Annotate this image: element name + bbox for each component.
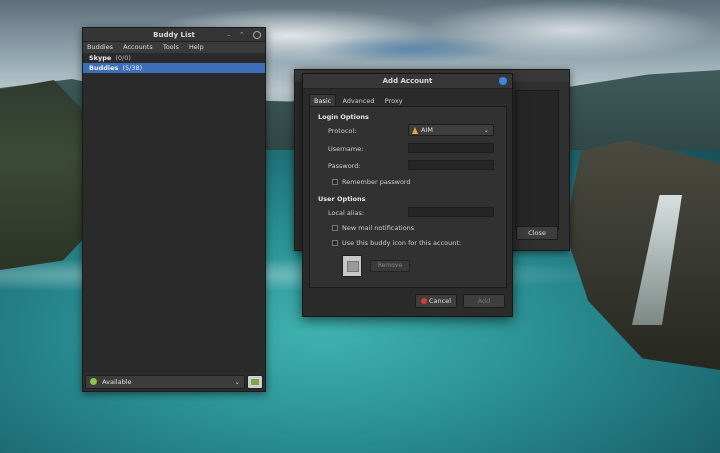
- buddy-icon-preview[interactable]: [342, 255, 362, 277]
- user-options-heading: User Options: [318, 195, 366, 203]
- aim-protocol-icon: [412, 127, 418, 134]
- cancel-label: Cancel: [428, 297, 452, 305]
- cancel-icon: [420, 298, 427, 304]
- info-icon[interactable]: [499, 77, 507, 85]
- buddy-icon-checkbox[interactable]: [332, 240, 338, 246]
- username-field[interactable]: [408, 143, 494, 153]
- group-name: Buddies: [89, 64, 119, 72]
- group-row-skype[interactable]: Skype (0/0): [83, 53, 265, 63]
- menu-tools[interactable]: Tools: [163, 43, 179, 51]
- tab-bar: Basic Advanced Proxy: [309, 94, 407, 106]
- tab-basic[interactable]: Basic: [309, 94, 337, 106]
- group-count: (5/38): [122, 64, 143, 72]
- protocol-select[interactable]: AIM ⌄: [408, 124, 494, 136]
- new-mail-checkbox[interactable]: [332, 225, 338, 231]
- minimize-icon[interactable]: –: [227, 28, 231, 42]
- menu-bar: Buddies Accounts Tools Help: [83, 42, 265, 53]
- group-name: Skype: [89, 54, 112, 62]
- remember-password-label: Remember password: [342, 178, 411, 186]
- dialog-title: Add Account: [382, 77, 433, 85]
- new-mail-label: New mail notifications: [342, 224, 415, 232]
- sky-patch: [310, 35, 510, 63]
- add-account-titlebar[interactable]: Add Account: [303, 74, 512, 89]
- basic-tab-panel: Login Options Protocol: AIM ⌄ Username: …: [309, 106, 507, 288]
- remember-password-checkbox[interactable]: [332, 179, 338, 185]
- cliff-left: [0, 80, 90, 270]
- status-selector[interactable]: Available ⌄: [85, 375, 245, 389]
- buddy-list-titlebar[interactable]: Buddy List – ⌃: [83, 28, 265, 42]
- chevron-down-icon: ⌄: [483, 126, 489, 134]
- login-options-heading: Login Options: [318, 113, 369, 121]
- buddy-tree[interactable]: Skype (0/0) Buddies (5/38): [83, 53, 265, 373]
- password-field[interactable]: [408, 160, 494, 170]
- remove-button[interactable]: Remove: [370, 260, 410, 272]
- buddy-icon-button[interactable]: [247, 375, 263, 389]
- close-button[interactable]: Close: [516, 226, 558, 240]
- accounts-list[interactable]: [515, 90, 559, 230]
- close-icon[interactable]: [253, 31, 261, 39]
- window-title: Buddy List: [153, 31, 195, 39]
- local-alias-field[interactable]: [408, 207, 494, 217]
- menu-help[interactable]: Help: [189, 43, 204, 51]
- status-label: Available: [102, 378, 132, 386]
- menu-buddies[interactable]: Buddies: [87, 43, 113, 51]
- chevron-down-icon: ⌄: [234, 378, 240, 386]
- add-button[interactable]: Add: [463, 294, 505, 308]
- available-status-icon: [90, 378, 97, 385]
- username-label: Username:: [328, 145, 364, 153]
- protocol-label: Protocol:: [328, 127, 357, 135]
- group-row-buddies[interactable]: Buddies (5/38): [83, 63, 265, 73]
- buddy-icon-label: Use this buddy icon for this account:: [342, 239, 462, 247]
- add-account-dialog: Add Account Basic Advanced Proxy Login O…: [302, 73, 513, 317]
- protocol-value: AIM: [421, 126, 433, 134]
- password-label: Password:: [328, 162, 361, 170]
- cancel-button[interactable]: Cancel: [415, 294, 457, 308]
- local-alias-label: Local alias:: [328, 209, 365, 217]
- group-count: (0/0): [115, 54, 131, 62]
- menu-accounts[interactable]: Accounts: [123, 43, 153, 51]
- buddy-list-window: Buddy List – ⌃ Buddies Accounts Tools He…: [82, 27, 266, 392]
- maximize-icon[interactable]: ⌃: [239, 28, 245, 42]
